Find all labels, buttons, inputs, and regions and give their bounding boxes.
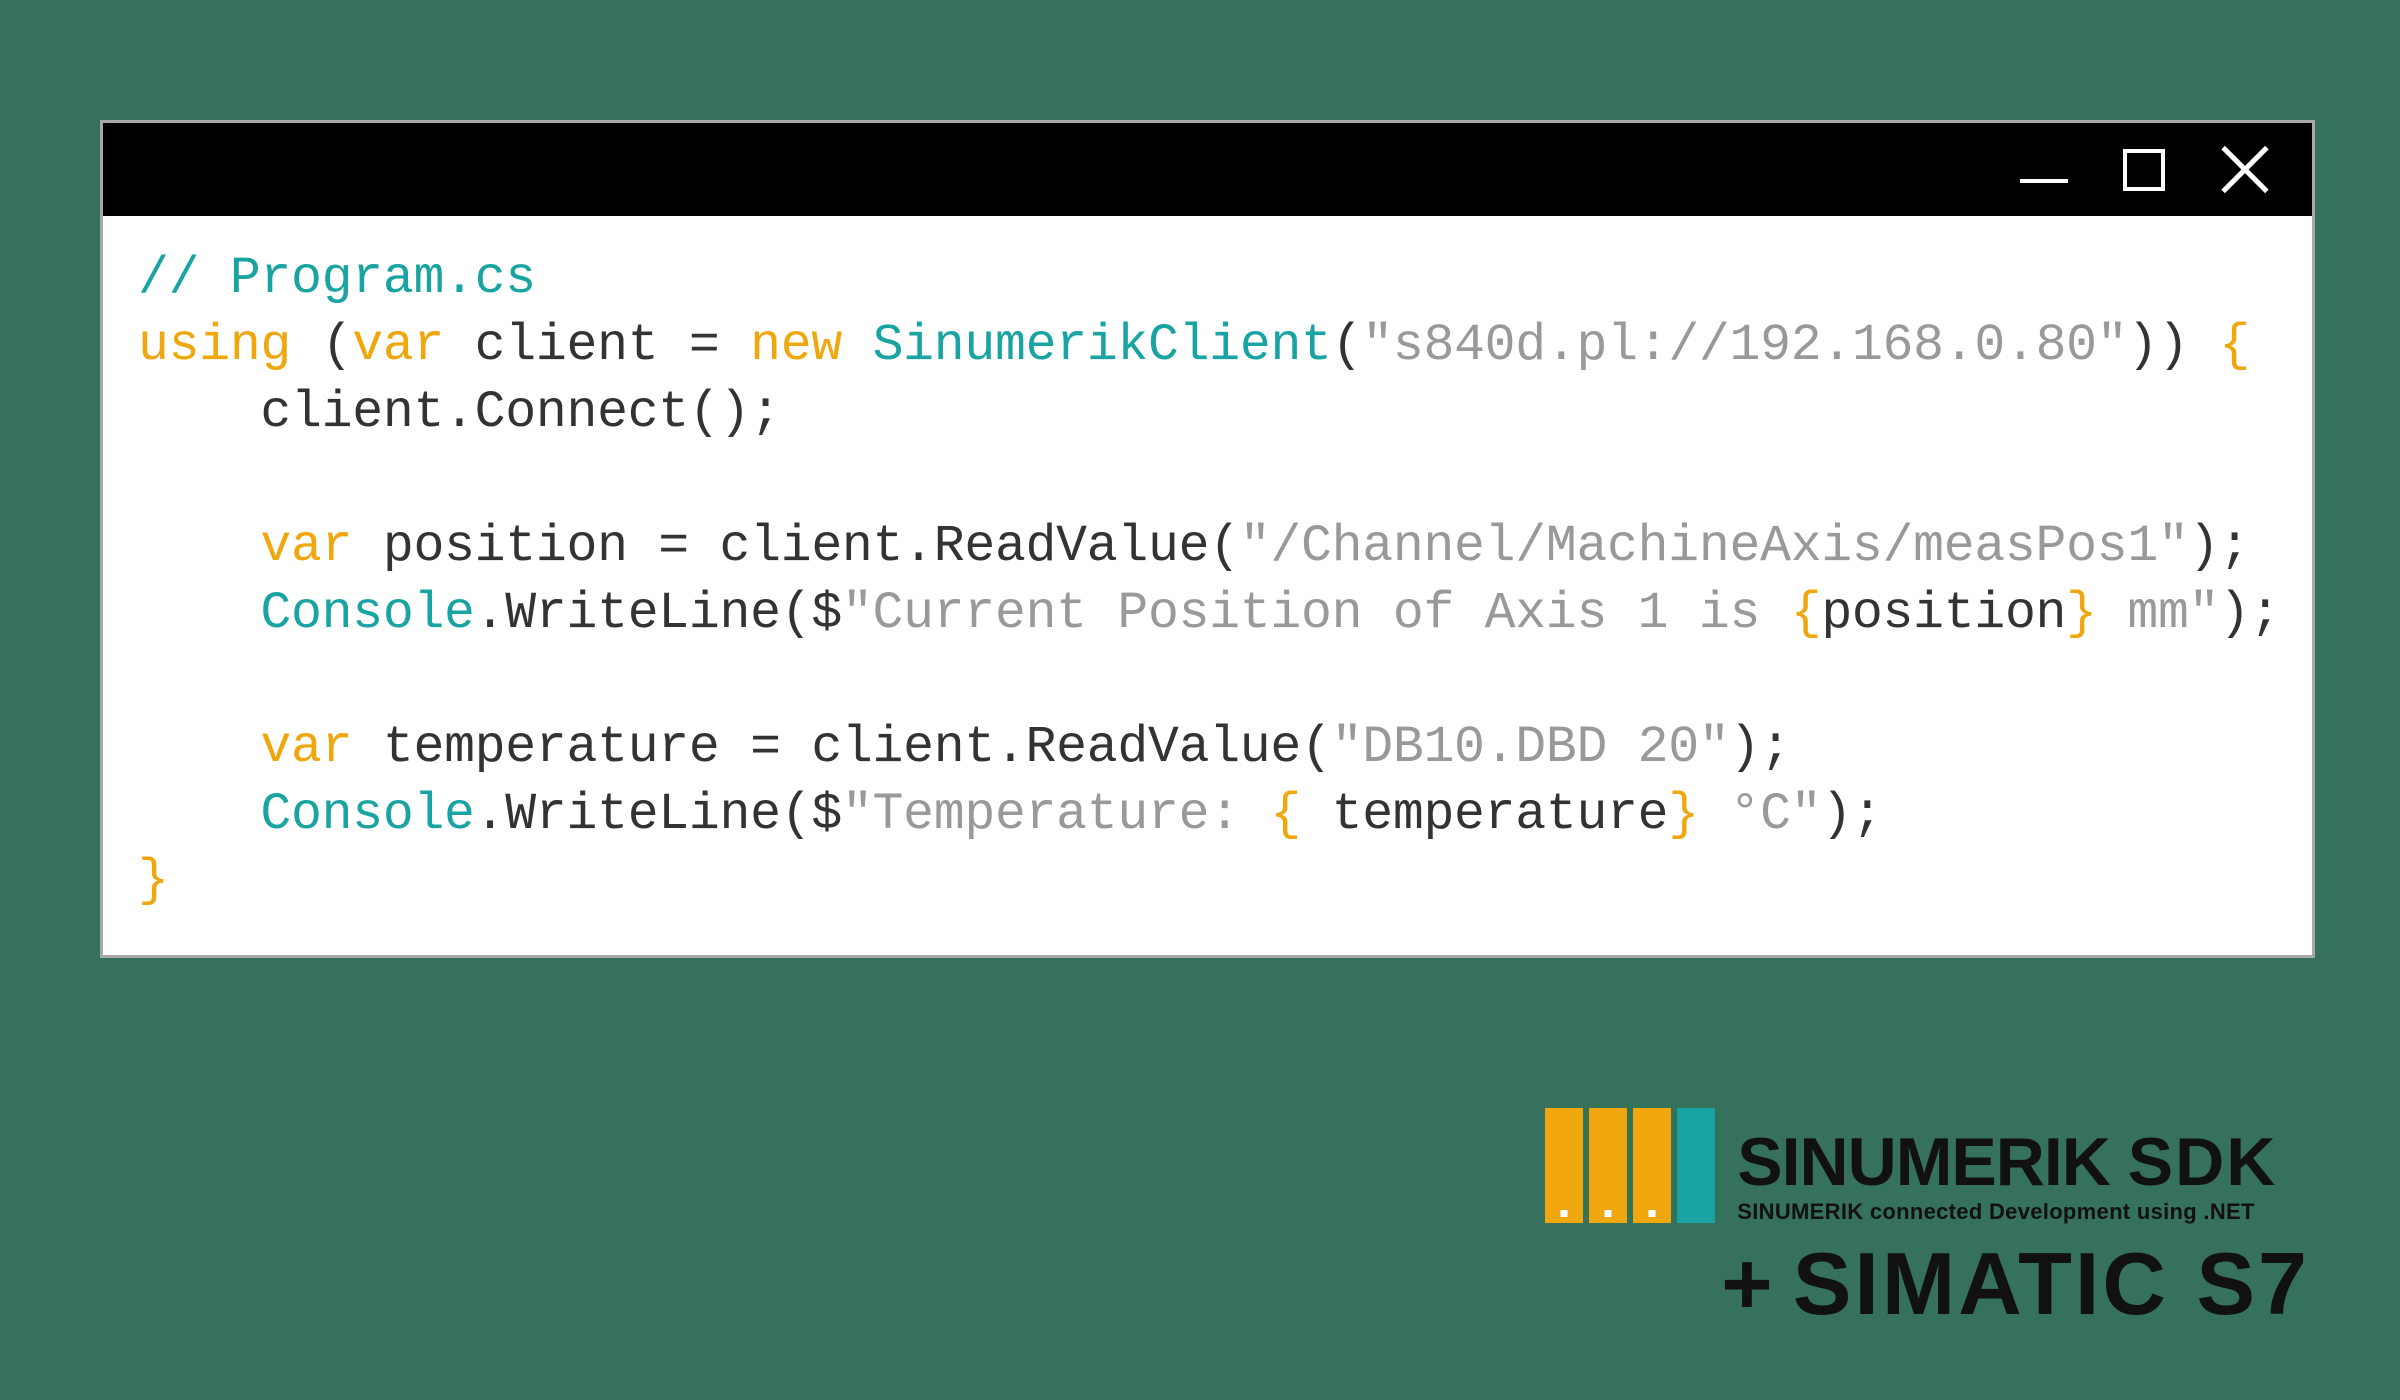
kw-new: new	[750, 317, 842, 375]
logo-bar	[1677, 1108, 1715, 1223]
code-text: temperature = client.ReadValue(	[352, 719, 1331, 777]
kw-using: using	[138, 317, 291, 375]
plus-sign: +	[1721, 1249, 1772, 1319]
simatic-label: SIMATIC S7	[1793, 1233, 2310, 1335]
close-icon[interactable]	[2220, 145, 2270, 195]
code-text	[138, 719, 260, 777]
code-text: position = client.ReadValue(	[352, 518, 1240, 576]
brand-name: SINUMERIK	[1737, 1124, 2127, 1200]
string-literal: "Temperature:	[842, 786, 1270, 844]
logo-bar	[1633, 1108, 1671, 1223]
string-literal: mm"	[2097, 585, 2219, 643]
type-name: Console	[260, 585, 474, 643]
logo-bar	[1589, 1108, 1627, 1223]
string-literal: °C"	[1699, 786, 1821, 844]
code-comment: // Program.cs	[138, 250, 536, 308]
kw-var: var	[352, 317, 444, 375]
type-name: SinumerikClient	[873, 317, 1332, 375]
code-window: // Program.cs using (var client = new Si…	[100, 120, 2315, 958]
brand-top-row: SINUMERIK SDK SINUMERIK connected Develo…	[1545, 1108, 2277, 1223]
code-text: .WriteLine($	[475, 585, 842, 643]
code-text: (	[291, 317, 352, 375]
kw-var: var	[260, 518, 352, 576]
type-name: Console	[260, 786, 474, 844]
minimize-icon[interactable]	[2020, 179, 2068, 183]
brace: {	[1791, 585, 1822, 643]
brace: }	[1668, 786, 1699, 844]
code-content: // Program.cs using (var client = new Si…	[103, 216, 2312, 955]
logo-bars-icon	[1545, 1108, 1715, 1223]
string-literal: "s840d.pl://192.168.0.80"	[1362, 317, 2127, 375]
brand-main: SINUMERIK SDK	[1737, 1128, 2277, 1196]
string-literal: "DB10.DBD 20"	[1332, 719, 1730, 777]
string-literal: "/Channel/MachineAxis/measPos1"	[1240, 518, 2189, 576]
string-literal: "Current Position of Axis 1 is	[842, 585, 1791, 643]
brand-sdk: SDK	[2128, 1124, 2278, 1200]
code-text	[138, 786, 260, 844]
code-text: .WriteLine($	[475, 786, 842, 844]
window-titlebar	[103, 123, 2312, 216]
code-text	[842, 317, 873, 375]
code-text: position	[1821, 585, 2066, 643]
code-text: temperature	[1301, 786, 1668, 844]
code-text: (	[1332, 317, 1363, 375]
brace: {	[2219, 317, 2250, 375]
kw-var: var	[260, 719, 352, 777]
branding-block: SINUMERIK SDK SINUMERIK connected Develo…	[1545, 1108, 2310, 1335]
code-text: );	[1730, 719, 1791, 777]
code-text: ))	[2127, 317, 2219, 375]
brace: {	[1270, 786, 1301, 844]
code-text: );	[1821, 786, 1882, 844]
logo-bar	[1545, 1108, 1583, 1223]
brand-bottom-row: + SIMATIC S7	[1721, 1233, 2310, 1335]
brand-sub: SINUMERIK connected Development using .N…	[1737, 1201, 2277, 1223]
maximize-icon[interactable]	[2123, 149, 2165, 191]
code-text: );	[2189, 518, 2250, 576]
code-text: );	[2219, 585, 2280, 643]
brace: }	[2066, 585, 2097, 643]
code-text	[138, 518, 260, 576]
brace: }	[138, 852, 169, 910]
code-text: client.Connect();	[138, 384, 781, 442]
code-text	[138, 585, 260, 643]
code-text: client =	[444, 317, 750, 375]
brand-text: SINUMERIK SDK SINUMERIK connected Develo…	[1737, 1128, 2277, 1223]
